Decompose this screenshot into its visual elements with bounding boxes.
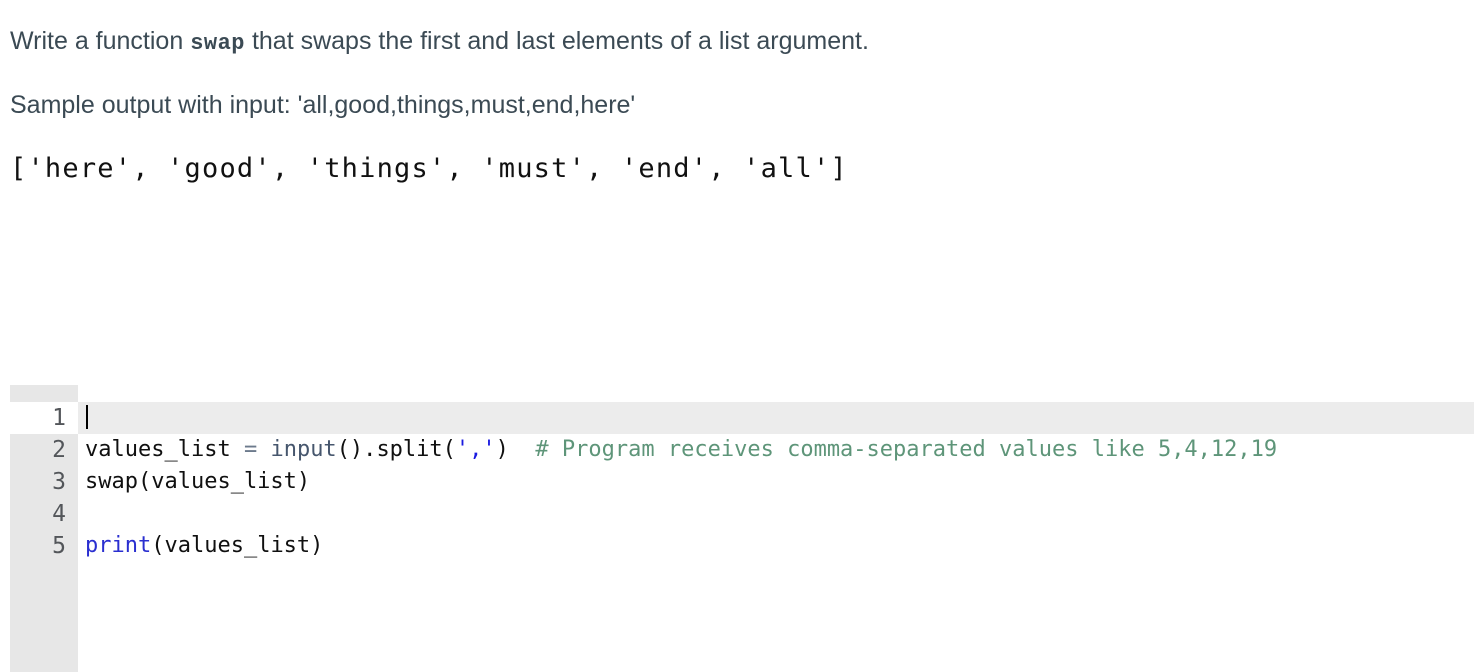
line-number: 4: [10, 498, 78, 530]
code-token-plain: ): [495, 437, 536, 462]
code-token-plain: values_list: [85, 437, 244, 462]
code-token-plain: (: [442, 437, 456, 462]
code-line-row[interactable]: 5 print(values_list): [0, 530, 1474, 562]
code-line-row[interactable]: 4: [0, 498, 1474, 530]
line-number: 5: [10, 530, 78, 562]
code-token-plain: ().: [336, 437, 377, 462]
problem-statement: Write a function swap that swaps the fir…: [0, 0, 1474, 184]
code-line-text[interactable]: [78, 498, 1474, 530]
code-token-comment: # Program receives comma-separated value…: [535, 437, 1278, 462]
code-lines-container[interactable]: 1 2 values_list = input().split(',') # Pro…: [0, 402, 1474, 562]
problem-description-text-before: Write a function: [10, 27, 191, 55]
code-token-plain: split: [376, 437, 443, 462]
editor-left-margin: [0, 402, 10, 434]
code-line-text[interactable]: print(values_list): [78, 530, 1474, 562]
code-token-plain: (values_list): [151, 533, 324, 558]
code-editor[interactable]: 1 2 values_list = input().split(',') # Pro…: [0, 385, 1474, 672]
code-token-op: =: [243, 437, 258, 462]
problem-description-text-after: that swaps the first and last elements o…: [245, 27, 869, 55]
line-number: 2: [10, 434, 78, 466]
code-line-row[interactable]: 2 values_list = input().split(',') # Prog…: [0, 434, 1474, 466]
line-number: 1: [10, 402, 78, 434]
code-token-plain: swap(values_list): [85, 469, 311, 494]
code-line-row[interactable]: 3 swap(values_list): [0, 466, 1474, 498]
line-number: 3: [10, 466, 78, 498]
code-line-text[interactable]: swap(values_list): [78, 466, 1474, 498]
text-cursor: [86, 405, 88, 429]
code-line-text[interactable]: [78, 402, 1474, 434]
sample-output-label: Sample output with input: 'all,good,thin…: [10, 90, 636, 119]
code-token-string: ',': [455, 437, 496, 462]
sample-output-value: ['here', 'good', 'things', 'must', 'end'…: [10, 152, 848, 184]
code-token-builtin: print: [85, 533, 152, 558]
editor-left-margin: [0, 498, 10, 530]
code-line-row[interactable]: 1: [0, 402, 1474, 434]
code-token-func: input: [270, 437, 337, 462]
problem-description-line: Write a function swap that swaps the fir…: [10, 0, 1474, 58]
editor-left-margin: [0, 530, 10, 562]
code-line-text[interactable]: values_list = input().split(',') # Progr…: [78, 434, 1474, 466]
inline-code-swap: swap: [190, 31, 245, 56]
editor-left-margin: [0, 434, 10, 466]
editor-left-margin: [0, 466, 10, 498]
